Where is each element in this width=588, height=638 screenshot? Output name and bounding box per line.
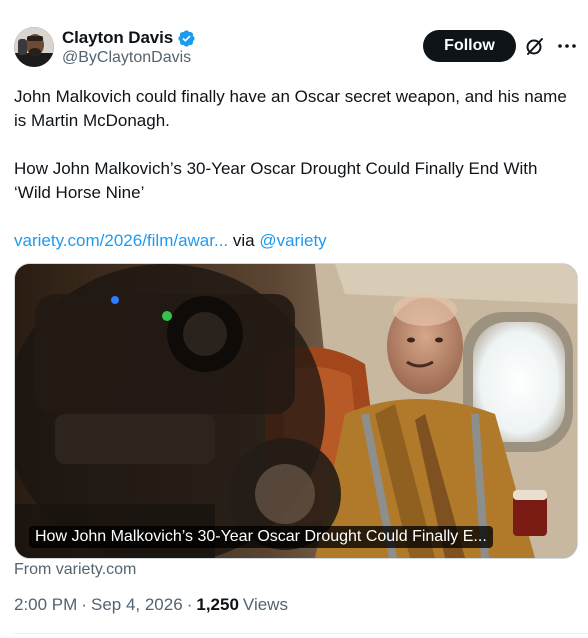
- via-text: via: [228, 231, 260, 250]
- tweet-text: John Malkovich could finally have an Osc…: [14, 85, 574, 253]
- card-image: [15, 264, 577, 558]
- tweet-date[interactable]: Sep 4, 2026: [91, 595, 183, 615]
- tweet: Clayton Davis @ByClaytonDavis Follow Joh…: [0, 0, 588, 638]
- views-label: Views: [242, 595, 288, 614]
- card-title: How John Malkovich’s 30-Year Oscar Droug…: [29, 526, 493, 548]
- meta-separator-2: ·: [186, 595, 193, 614]
- meta-separator-1: ·: [81, 595, 87, 614]
- article-link[interactable]: variety.com/2026/film/awar...: [14, 231, 228, 250]
- card-source[interactable]: From variety.com: [14, 561, 136, 579]
- views-count: 1,250: [196, 595, 239, 614]
- tweet-meta: 2:00 PM · Sep 4, 2026 · 1,250 Views: [14, 595, 288, 615]
- author-name-row[interactable]: Clayton Davis: [62, 28, 196, 48]
- author-handle[interactable]: @ByClaytonDavis: [62, 49, 191, 67]
- verified-badge-icon: [177, 29, 196, 48]
- tweet-link-line: variety.com/2026/film/awar... via @varie…: [14, 229, 574, 253]
- divider: [14, 633, 588, 634]
- tweet-paragraph-2: How John Malkovich’s 30-Year Oscar Droug…: [14, 159, 538, 202]
- link-card[interactable]: How John Malkovich’s 30-Year Oscar Droug…: [14, 263, 578, 559]
- grok-icon[interactable]: [523, 34, 547, 58]
- mention-link[interactable]: @variety: [259, 231, 326, 250]
- more-options-icon[interactable]: [555, 34, 579, 58]
- author-display-name[interactable]: Clayton Davis: [62, 28, 173, 48]
- avatar[interactable]: [14, 27, 54, 67]
- tweet-time[interactable]: 2:00 PM: [14, 595, 77, 615]
- follow-button[interactable]: Follow: [423, 30, 516, 62]
- tweet-paragraph-1: John Malkovich could finally have an Osc…: [14, 87, 567, 130]
